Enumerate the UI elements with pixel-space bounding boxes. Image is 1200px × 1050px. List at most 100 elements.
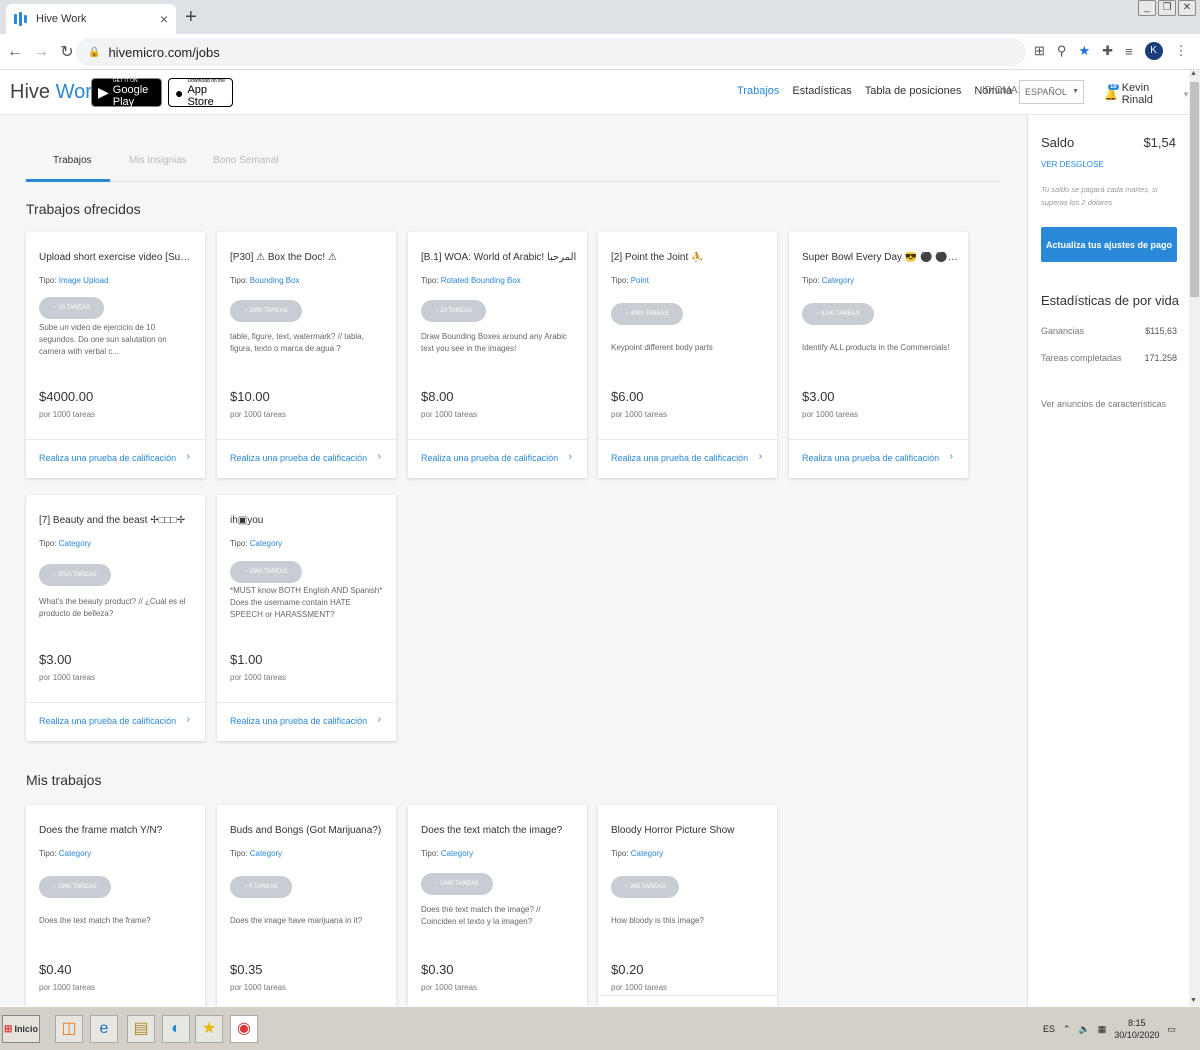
tab-bono-semanal[interactable]: Bono Semanal	[213, 155, 279, 166]
job-card[interactable]: [2] Point the Joint ⛹ Tipo: Point ~ 4000…	[598, 232, 777, 478]
job-type-value[interactable]: Point	[631, 276, 649, 285]
internet-explorer-icon[interactable]: e	[90, 1015, 118, 1043]
job-card[interactable]: ih▣you Tipo: Category ~ 2000 TAREAS *MUS…	[217, 495, 396, 741]
job-type-value[interactable]: Rotated Bounding Box	[441, 276, 521, 285]
card-footer[interactable]: Realiza una prueba de calificación ›	[217, 702, 396, 741]
restore-icon[interactable]: ❐	[1158, 0, 1176, 16]
scroll-thumb[interactable]	[1190, 82, 1199, 297]
extensions-icon[interactable]: ✚	[1102, 43, 1113, 59]
update-payment-button[interactable]: Actualiza tus ajustes de pago	[1041, 227, 1177, 262]
minimize-icon[interactable]: _	[1138, 0, 1156, 16]
nav-estadisticas[interactable]: Estadísticas	[792, 85, 851, 97]
job-card[interactable]: Super Bowl Every Day 😎 ⚫ ⚫ - Watchi... T…	[789, 232, 968, 478]
job-price: $0.20	[611, 962, 644, 977]
qualify-link[interactable]: Realiza una prueba de calificación	[230, 716, 367, 726]
app-store-badge[interactable]: ● Download on the App Store	[168, 78, 233, 108]
chevron-right-icon[interactable]: ›	[569, 451, 572, 462]
tray-expand-icon[interactable]: ⌃	[1063, 1024, 1071, 1035]
scroll-up-icon[interactable]: ▲	[1190, 70, 1197, 77]
chevron-right-icon[interactable]: ›	[187, 714, 190, 725]
my-job-card[interactable]: Bloody Horror Picture Show Tipo: Categor…	[598, 805, 777, 1006]
menu-icon[interactable]: ⋮	[1175, 43, 1188, 59]
job-type-value[interactable]: Category	[631, 849, 663, 858]
job-card[interactable]: [P30] ⚠ Box the Doc! ⚠ Tipo: Bounding Bo…	[217, 232, 396, 478]
job-title: [7] Beauty and the beast ✢□□□✢	[39, 515, 186, 526]
user-menu[interactable]: 🔔 10 Kevin Rinald ▼	[1104, 82, 1190, 106]
forward-icon[interactable]: →	[30, 43, 52, 61]
qualify-link[interactable]: Realiza una prueba de calificación	[39, 716, 176, 726]
qualify-link[interactable]: Realiza una prueba de calificación	[39, 453, 176, 463]
card-footer[interactable]: Realiza una prueba de calificación ›	[26, 439, 205, 478]
new-tab-button[interactable]: +	[185, 6, 197, 29]
reload-icon[interactable]: ↻	[56, 42, 78, 62]
bookmark-star-icon[interactable]: ★	[1078, 43, 1090, 59]
features-link[interactable]: Ver anuncios de características	[1041, 399, 1166, 409]
start-button[interactable]: ⊞ Inicio	[2, 1015, 40, 1043]
job-type-value[interactable]: Category	[250, 849, 282, 858]
job-card[interactable]: Upload short exercise video [Sun Salut..…	[26, 232, 205, 478]
media-icon[interactable]: ≡	[1125, 44, 1133, 59]
network-icon[interactable]: ▦	[1098, 1024, 1107, 1035]
notification-center-icon[interactable]: ▭	[1167, 1024, 1176, 1035]
price-unit: por 1000 tareas	[611, 983, 668, 992]
edge-icon[interactable]: ◐	[162, 1015, 190, 1043]
office-icon[interactable]: ◫	[55, 1015, 83, 1043]
file-explorer-icon[interactable]: ▤	[127, 1015, 155, 1043]
chevron-right-icon[interactable]: ›	[950, 451, 953, 462]
zoom-icon[interactable]: ⚲	[1057, 43, 1067, 59]
browser-tab[interactable]: Hive Work ×	[6, 4, 176, 34]
job-card[interactable]: [7] Beauty and the beast ✢□□□✢ Tipo: Cat…	[26, 495, 205, 741]
favorites-icon[interactable]: ★	[195, 1015, 223, 1043]
chevron-right-icon[interactable]: ›	[378, 451, 381, 462]
volume-icon[interactable]: 🔈	[1079, 1024, 1090, 1035]
job-description: Identify ALL products in the Commercials…	[802, 343, 950, 352]
job-type-value[interactable]: Category	[59, 849, 91, 858]
chrome-icon[interactable]: ◉	[230, 1015, 258, 1043]
job-type-value[interactable]: Category	[59, 539, 91, 548]
chevron-right-icon[interactable]: ›	[759, 451, 762, 462]
chevron-right-icon[interactable]: ›	[378, 714, 381, 725]
google-play-badge[interactable]: ▶ GET IT ON Google Play	[91, 78, 162, 108]
job-type-value[interactable]: Category	[441, 849, 473, 858]
notification-icon[interactable]: 🔔 10	[1104, 83, 1119, 101]
my-job-card[interactable]: Does the frame match Y/N? Tipo: Category…	[26, 805, 205, 1006]
nav-trabajos[interactable]: Trabajos	[737, 85, 779, 97]
back-icon[interactable]: ←	[4, 43, 26, 61]
card-footer[interactable]: Realiza una prueba de calificación ›	[408, 439, 587, 478]
tab-mis-insignias[interactable]: Mis Insignias	[129, 155, 187, 166]
hive-work-logo[interactable]: Hive Work	[10, 81, 102, 104]
language-indicator[interactable]: ES	[1043, 1024, 1055, 1034]
qualify-link[interactable]: Realiza una prueba de calificación	[230, 453, 367, 463]
qualify-link[interactable]: Realiza una prueba de calificación	[802, 453, 939, 463]
my-job-card[interactable]: Buds and Bongs (Got Marijuana?) Tipo: Ca…	[217, 805, 396, 1006]
card-footer[interactable]: Realiza una prueba de calificación ›	[789, 439, 968, 478]
job-title: Does the text match the image?	[421, 825, 563, 836]
scroll-down-icon[interactable]: ▼	[1190, 997, 1197, 1004]
job-type-value[interactable]: Image Upload	[59, 276, 109, 285]
nav-tabla-posiciones[interactable]: Tabla de posiciones	[865, 85, 962, 97]
tab-close-icon[interactable]: ×	[160, 11, 168, 27]
close-window-icon[interactable]: ✕	[1178, 0, 1196, 16]
job-type-value[interactable]: Category	[822, 276, 854, 285]
job-type-value[interactable]: Category	[250, 539, 282, 548]
chevron-right-icon[interactable]: ›	[187, 451, 190, 462]
page-scrollbar[interactable]: ▲ ▼	[1189, 70, 1200, 1006]
qualify-link[interactable]: Realiza una prueba de calificación	[611, 453, 748, 463]
job-card[interactable]: [B.1] WOA: World of Arabic! المرحبا Tipo…	[408, 232, 587, 478]
card-footer[interactable]: Realiza una prueba de calificación ›	[598, 439, 777, 478]
job-type-value[interactable]: Bounding Box	[250, 276, 300, 285]
qualify-link[interactable]: Realiza una prueba de calificación	[421, 453, 558, 463]
breakdown-link[interactable]: VER DESGLOSE	[1041, 160, 1104, 169]
language-select[interactable]: ESPAÑOL ▼	[1019, 80, 1084, 104]
translate-icon[interactable]: ⊞	[1034, 43, 1045, 59]
card-footer[interactable]: Realiza una prueba de calificación ›	[217, 439, 396, 478]
my-job-card[interactable]: Does the text match the image? Tipo: Cat…	[408, 805, 587, 1006]
card-footer[interactable]: Realiza una prueba de calificación ›	[26, 702, 205, 741]
card-footer[interactable]	[598, 995, 777, 1006]
profile-avatar[interactable]: K	[1144, 42, 1163, 60]
clock[interactable]: 8:15 30/10/2020	[1114, 1017, 1159, 1041]
tab-trabajos[interactable]: Trabajos	[53, 155, 92, 166]
browser-toolbar-icons: ⊞ ⚲ ★ ✚ ≡ K ⋮	[1034, 42, 1188, 60]
url-input[interactable]: 🔒 hivemicro.com/jobs	[76, 38, 1026, 66]
job-description: table, figure, text, watermark? // tabla…	[230, 332, 364, 353]
